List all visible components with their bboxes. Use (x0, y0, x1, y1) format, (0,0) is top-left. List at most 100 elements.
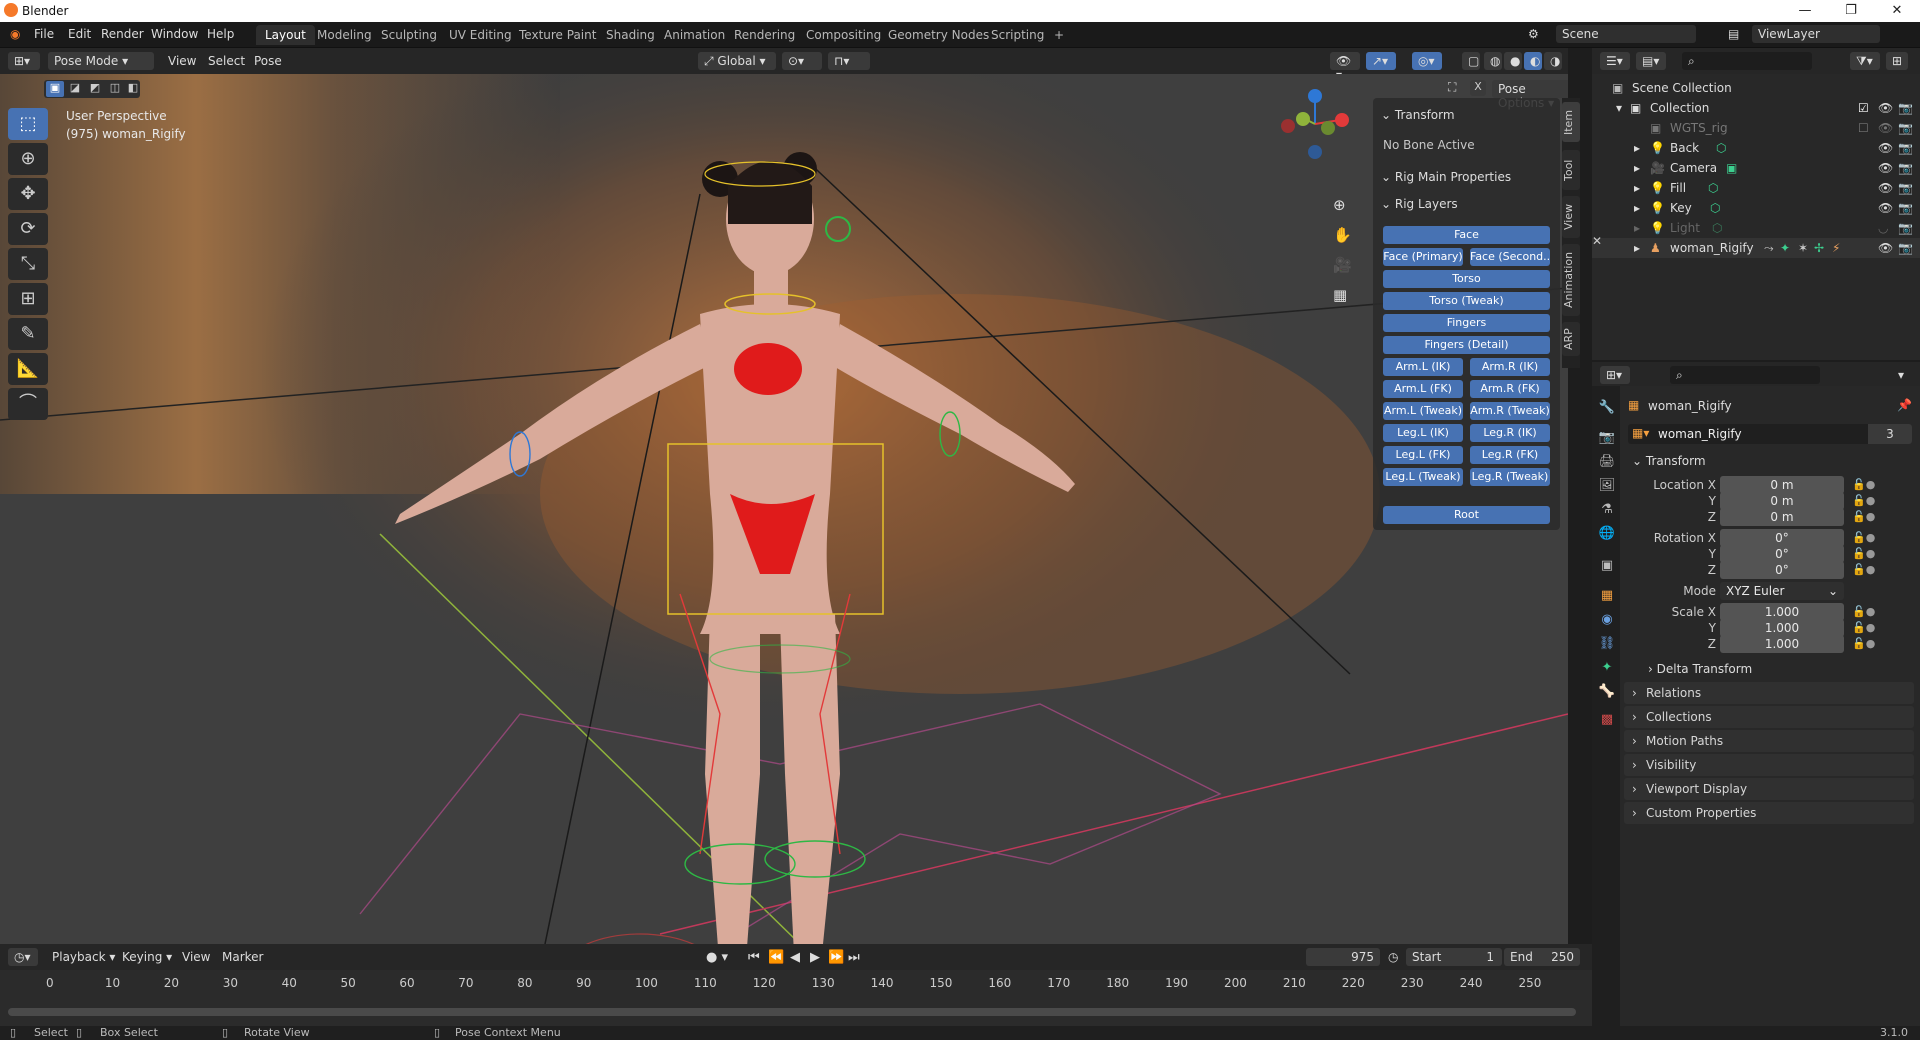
select-intersect-icon[interactable]: ◧ (124, 81, 142, 97)
keying-menu[interactable]: Keying ▾ (122, 950, 172, 964)
rig-layer-root-button[interactable]: Root (1383, 506, 1550, 524)
outliner-filter-icon[interactable]: ⧩▾ (1850, 52, 1880, 70)
camera-render-icon[interactable]: 📷 (1898, 161, 1913, 175)
rig-layer-arm-r-fk-button[interactable]: Arm.R (FK) (1470, 380, 1550, 398)
light-data-icon[interactable]: ⬡ (1708, 181, 1718, 195)
pivot-point-icon[interactable]: ⊙▾ (782, 52, 822, 70)
constraint-icon[interactable]: ⚡ (1832, 241, 1840, 255)
marker-menu[interactable]: Marker (222, 950, 263, 964)
jump-keyframe-back-icon[interactable]: ⏪ (768, 950, 784, 965)
rig-layer-leg-l-ik-button[interactable]: Leg.L (IK) (1383, 424, 1463, 442)
jump-start-icon[interactable]: ⏮ (748, 950, 760, 965)
expand-icon[interactable]: ▸ (1634, 221, 1640, 235)
rig-layer-face-secondary-button[interactable]: Face (Second... (1470, 248, 1550, 266)
light-data-icon[interactable]: ⬡ (1710, 201, 1720, 215)
location-lock-icons[interactable]: 🔓● 🔓● 🔓● (1852, 477, 1875, 525)
scale-tool-icon[interactable]: ⤡ (8, 248, 48, 280)
properties-editor-type-icon[interactable]: ⊞▾ (1600, 366, 1630, 384)
timeline-view-menu[interactable]: View (182, 950, 210, 964)
object-tab-icon[interactable]: ▦ (1598, 588, 1616, 606)
start-frame-field[interactable]: Start 1 (1406, 948, 1502, 966)
relax-pose-tool-icon[interactable]: ⌒ (8, 388, 48, 420)
outliner-editor-type-icon[interactable]: ☰▾ (1600, 52, 1630, 70)
material-shading-icon[interactable]: ◐ (1524, 52, 1542, 70)
motion-paths-section[interactable]: › Motion Paths (1624, 730, 1914, 752)
checkbox-icon[interactable]: ☑ (1858, 101, 1869, 115)
light-data-icon[interactable]: ⬡ (1712, 221, 1722, 235)
constraints-tab-icon[interactable]: ⛓ (1598, 636, 1616, 654)
rig-layer-torso-button[interactable]: Torso (1383, 270, 1550, 288)
outliner-search-input[interactable]: ⌕ (1682, 52, 1812, 70)
tab-geometry-nodes[interactable]: Geometry Nodes (879, 25, 998, 45)
eye-icon[interactable]: 👁 (1878, 201, 1893, 215)
outliner-row-back[interactable]: ▸ 💡 Back ⬡ 👁 📷 (1592, 138, 1920, 158)
properties-search-input[interactable]: ⌕ (1670, 366, 1820, 384)
zoom-icon[interactable]: ⊕ (1333, 196, 1346, 214)
transform-tool-icon[interactable]: ⊞ (8, 283, 48, 315)
outliner-row-fill[interactable]: ▸ 💡 Fill ⬡ 👁 📷 (1592, 178, 1920, 198)
camera-view-icon[interactable]: 🎥 (1333, 256, 1352, 274)
camera-render-icon[interactable]: 📷 (1898, 121, 1913, 135)
outliner-row-light[interactable]: ▸ 💡 Light ⬡ ◡ 📷 (1592, 218, 1920, 238)
tab-modeling[interactable]: Modeling (308, 25, 381, 45)
pan-hand-icon[interactable]: ✋ (1333, 226, 1352, 244)
add-workspace-icon[interactable]: + (1045, 25, 1073, 45)
timeline[interactable]: 0 10 20 30 40 50 60 70 80 90 100 110 120 130 140 150 160… (0, 970, 1592, 1026)
scene-selector[interactable]: Scene (1556, 25, 1696, 43)
texture-tab-icon[interactable]: ▩ (1598, 712, 1616, 730)
rig-layer-arm-l-ik-button[interactable]: Arm.L (IK) (1383, 358, 1463, 376)
sidebar-tab-animation[interactable]: Animation (1562, 244, 1580, 316)
rig-layer-leg-r-ik-button[interactable]: Leg.R (IK) (1470, 424, 1550, 442)
output-tab-icon[interactable]: 🖨 (1598, 454, 1616, 472)
play-icon[interactable]: ▶ (810, 950, 820, 965)
tab-scripting[interactable]: Scripting (982, 25, 1053, 45)
current-frame-field[interactable]: 975 (1306, 948, 1380, 966)
transform-orientation[interactable]: ⤢ Global ▾ (698, 52, 776, 70)
scale-z-field[interactable]: 1.000 (1720, 635, 1844, 653)
rig-layer-arm-r-ik-button[interactable]: Arm.R (IK) (1470, 358, 1550, 376)
delta-transform-section[interactable]: › Delta Transform (1648, 662, 1752, 676)
pose-options-dropdown[interactable]: Pose Options ▾ (1492, 80, 1568, 110)
scene-icon[interactable]: ⚙ (1528, 27, 1539, 41)
rotation-mode-dropdown[interactable]: XYZ Euler ⌄ (1720, 582, 1844, 600)
3d-viewport[interactable]: User Perspective (975) woman_Rigify ▣ ◪ … (0, 74, 1568, 944)
pose-gizmo-icon[interactable]: ⛶ (1448, 80, 1466, 98)
select-subtract-icon[interactable]: ◩ (86, 81, 104, 97)
new-collection-icon[interactable]: ⊞ (1886, 52, 1908, 70)
expand-icon[interactable]: ▸ (1634, 161, 1640, 175)
menu-file[interactable]: File (34, 27, 54, 41)
minimize-icon[interactable]: — (1782, 0, 1828, 22)
measure-tool-icon[interactable]: 📐 (8, 353, 48, 385)
restore-icon[interactable]: ❐ (1828, 0, 1874, 22)
record-icon[interactable]: ● ▾ (706, 950, 728, 965)
rig-layer-arm-l-fk-button[interactable]: Arm.L (FK) (1383, 380, 1463, 398)
rig-layer-leg-l-fk-button[interactable]: Leg.L (FK) (1383, 446, 1463, 464)
move-tool-icon[interactable]: ✥ (8, 178, 48, 210)
camera-render-icon[interactable]: 📷 (1898, 201, 1913, 215)
sidebar-tab-arp[interactable]: ARP (1562, 322, 1580, 356)
xray-icon[interactable]: ▢ (1462, 52, 1480, 70)
tab-animation[interactable]: Animation (655, 25, 734, 45)
wireframe-shading-icon[interactable]: ◍ (1484, 52, 1502, 70)
outliner-row-camera[interactable]: ▸ 🎥 Camera ▣ 👁 📷 (1592, 158, 1920, 178)
editor-type-icon[interactable]: ⊞▾ (8, 52, 40, 70)
rig-layers-header[interactable]: ⌄ Rig Layers (1381, 197, 1458, 211)
eye-icon[interactable]: 👁 (1878, 141, 1893, 155)
render-tab-icon[interactable]: 📷 (1598, 430, 1616, 448)
armature-data-tab-icon[interactable]: ✦ (1598, 660, 1616, 678)
eye-icon[interactable]: 👁 (1878, 101, 1893, 115)
rig-layer-arm-l-tweak-button[interactable]: Arm.L (Tweak) (1383, 402, 1463, 420)
tab-rendering[interactable]: Rendering (725, 25, 804, 45)
camera-render-icon[interactable]: 📷 (1898, 221, 1913, 235)
preview-range-icon[interactable]: ◷ (1388, 950, 1398, 964)
play-reverse-icon[interactable]: ◀ (790, 950, 800, 965)
rig-layer-torso-tweak-button[interactable]: Torso (Tweak) (1383, 292, 1550, 310)
snap-icon[interactable]: ⊓▾ (828, 52, 870, 70)
location-z-field[interactable]: 0 m (1720, 508, 1844, 526)
rotation-lock-icons[interactable]: 🔓● 🔓● 🔓● (1852, 530, 1875, 578)
rig-main-properties-header[interactable]: ⌄ Rig Main Properties (1381, 170, 1511, 184)
eye-icon[interactable]: 👁 (1878, 121, 1893, 135)
tab-layout[interactable]: Layout (256, 25, 315, 45)
menu-view[interactable]: View (168, 54, 196, 68)
playback-menu[interactable]: Playback ▾ (52, 950, 115, 964)
